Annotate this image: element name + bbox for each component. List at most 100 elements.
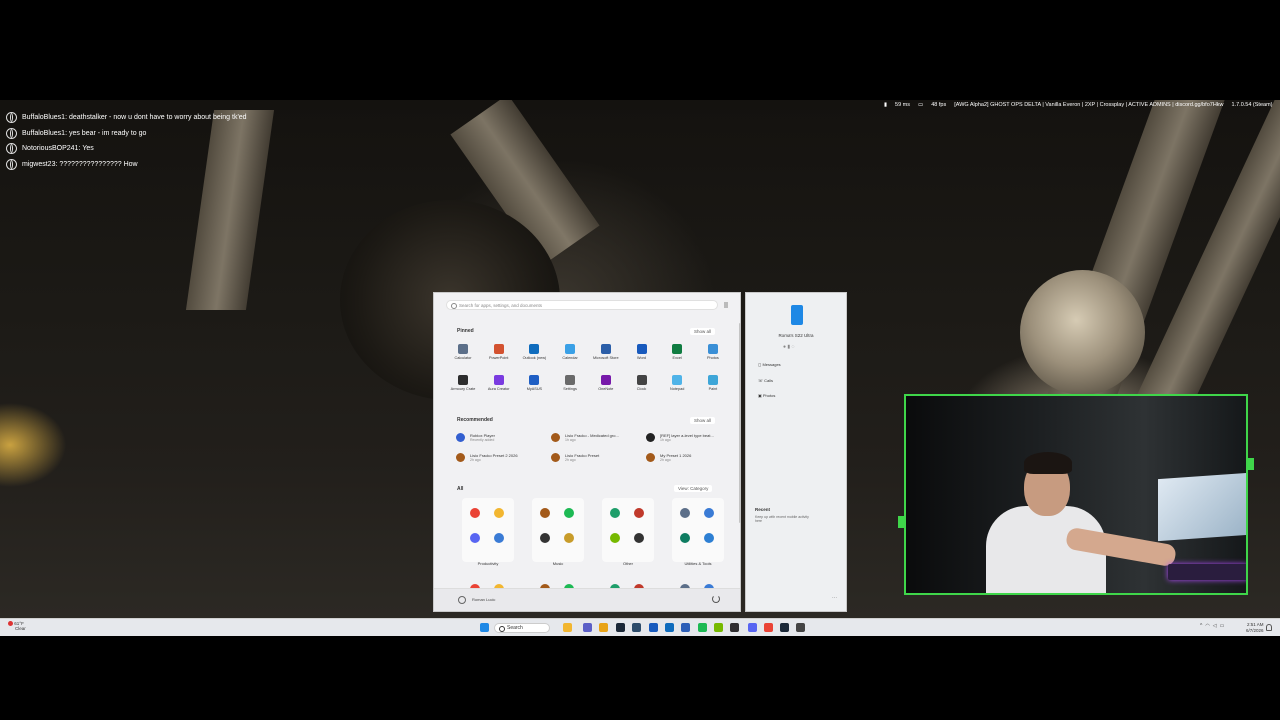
pinned-app-label: Calendar — [562, 356, 578, 360]
app-icon[interactable] — [540, 508, 550, 518]
taskbar-clock[interactable]: 2:51 AM 6/7/2026 — [1246, 622, 1264, 633]
phone-item-label: Messages — [762, 362, 781, 367]
recommended-item[interactable]: Roblox Player Recently added — [456, 433, 546, 442]
pinned-app-microsoft-store[interactable]: Microsoft Store — [589, 344, 623, 360]
app-icon[interactable] — [680, 508, 690, 518]
pinned-app-myasus[interactable]: MyASUS — [517, 375, 551, 391]
recommended-time: 1h ago — [565, 438, 576, 442]
chat-line: migwest23: ???????????????? How — [6, 157, 247, 173]
category-folder[interactable] — [462, 498, 514, 562]
recommended-item[interactable]: Lisio Fracko Preset 2 2026 2h ago — [456, 453, 546, 462]
start-icon[interactable] — [480, 623, 489, 632]
pinned-app-calculator[interactable]: Calculator — [446, 344, 480, 360]
clock-date: 6/7/2026 — [1246, 627, 1264, 633]
phone-item-photos[interactable]: ▣ Photos — [758, 393, 775, 398]
steam-icon[interactable] — [616, 623, 625, 632]
phone-item-calls[interactable]: ☏ Calls — [758, 378, 773, 383]
wifi-icon[interactable]: ◠ — [1205, 623, 1212, 629]
discord-icon[interactable] — [748, 623, 757, 632]
file-explorer-icon[interactable] — [563, 623, 572, 632]
pinned-app-outlook-new[interactable]: Outlook (new) — [517, 344, 551, 360]
chat-user: NotoriousBOP241 — [22, 145, 79, 153]
phone-item-label: Calls — [764, 378, 774, 383]
phone-link-panel: Roma's S22 Ultra ● ▮ ◌ ◻ Messages ☏ Call… — [745, 292, 847, 612]
obs-icon[interactable] — [730, 623, 739, 632]
recommended-item[interactable]: Lisio Fracko - Medicated gro... 1h ago — [551, 433, 641, 442]
app-icon[interactable] — [564, 508, 574, 518]
taskbar-search-box[interactable]: Search — [494, 623, 550, 633]
category-folder[interactable] — [602, 498, 654, 562]
app-icon[interactable] — [704, 533, 714, 543]
pinned-app-calendar[interactable]: Calendar — [553, 344, 587, 360]
power-icon[interactable] — [712, 595, 720, 603]
pinned-app-notepad[interactable]: Notepad — [660, 375, 694, 391]
pinned-app-word[interactable]: Word — [625, 344, 659, 360]
start-scrollbar[interactable] — [739, 323, 741, 523]
app-icon — [529, 375, 540, 385]
recommended-item[interactable]: Lisio Fracko Preset 2h ago — [551, 453, 641, 462]
app-icon[interactable] — [680, 533, 690, 543]
pinned-app-clock[interactable]: Clock — [625, 375, 659, 391]
ping-value: 59 ms — [895, 102, 911, 108]
notification-bell-icon[interactable] — [1266, 624, 1272, 631]
pinned-app-excel[interactable]: Excel — [660, 344, 694, 360]
weather-widget[interactable]: 61°F Clear — [8, 621, 26, 631]
folder-icon[interactable] — [599, 623, 608, 632]
app-icon[interactable] — [540, 533, 550, 543]
phone-link-toggle[interactable] — [724, 302, 728, 308]
teams-icon[interactable] — [583, 623, 592, 632]
app-icon[interactable] — [564, 533, 574, 543]
chat-line: BuffaloBlues1: yes bear - im ready to go — [6, 126, 247, 142]
volume-icon[interactable]: ◁ — [1213, 623, 1220, 629]
phone-item-messages[interactable]: ◻ Messages — [758, 362, 781, 367]
recommended-item[interactable]: My Preset 1 2026 2h ago — [646, 453, 736, 462]
app-icon[interactable] — [470, 508, 480, 518]
streamer-hair — [1024, 452, 1072, 474]
nvidia-icon[interactable] — [714, 623, 723, 632]
spotify-icon[interactable] — [698, 623, 707, 632]
app-icon[interactable] — [494, 508, 504, 518]
start-search-input[interactable]: Search for apps, settings, and documents — [446, 300, 718, 310]
pinned-app-paint[interactable]: Paint — [696, 375, 730, 391]
battery-icon[interactable]: ▭ — [1220, 623, 1228, 629]
app-icon[interactable] — [610, 533, 620, 543]
arma-icon[interactable] — [632, 623, 641, 632]
app-icon[interactable] — [610, 508, 620, 518]
app-icon — [565, 375, 576, 385]
app-icon — [707, 344, 718, 354]
pinned-app-label: Armoury Crate — [450, 387, 476, 391]
word-icon[interactable] — [649, 623, 658, 632]
pinned-app-photos[interactable]: Photos — [696, 344, 730, 360]
app-icon[interactable] — [796, 623, 805, 632]
malwarebytes-icon[interactable] — [681, 623, 690, 632]
steam-client-icon[interactable] — [780, 623, 789, 632]
app-icon[interactable] — [470, 533, 480, 543]
file-icon — [646, 433, 655, 442]
app-icon[interactable] — [634, 508, 644, 518]
app-icon[interactable] — [704, 508, 714, 518]
category-folder[interactable] — [672, 498, 724, 562]
user-name[interactable]: Roman Lucic — [472, 597, 495, 602]
recommended-item[interactable]: [REF] layer a-level type beat... 1h ago — [646, 433, 736, 442]
user-avatar-icon[interactable] — [458, 596, 466, 604]
file-icon — [551, 453, 560, 462]
file-icon — [456, 433, 465, 442]
pinned-app-powerpoint[interactable]: PowerPoint — [482, 344, 516, 360]
pinned-app-settings[interactable]: Settings — [553, 375, 587, 391]
chrome-icon[interactable] — [764, 623, 773, 632]
app-icon — [636, 375, 647, 385]
pinned-show-all-button[interactable]: Show all — [690, 328, 716, 335]
game-chat: BuffaloBlues1: deathstalker - now u dont… — [6, 110, 247, 172]
pinned-app-armoury-crate[interactable]: Armoury Crate — [446, 375, 480, 391]
outlook-icon[interactable] — [665, 623, 674, 632]
view-category-button[interactable]: View: Category — [674, 485, 713, 492]
app-icon — [565, 344, 576, 354]
recommended-show-all-button[interactable]: Show all — [690, 417, 716, 424]
app-icon[interactable] — [634, 533, 644, 543]
pinned-app-onenote[interactable]: OneNote — [589, 375, 623, 391]
pinned-app-aura-creator[interactable]: Aura Creator — [482, 375, 516, 391]
category-folder[interactable] — [532, 498, 584, 562]
app-icon[interactable] — [494, 533, 504, 543]
category-label: Utilities & Tools — [684, 561, 712, 566]
more-options-icon[interactable]: ··· — [832, 595, 837, 601]
